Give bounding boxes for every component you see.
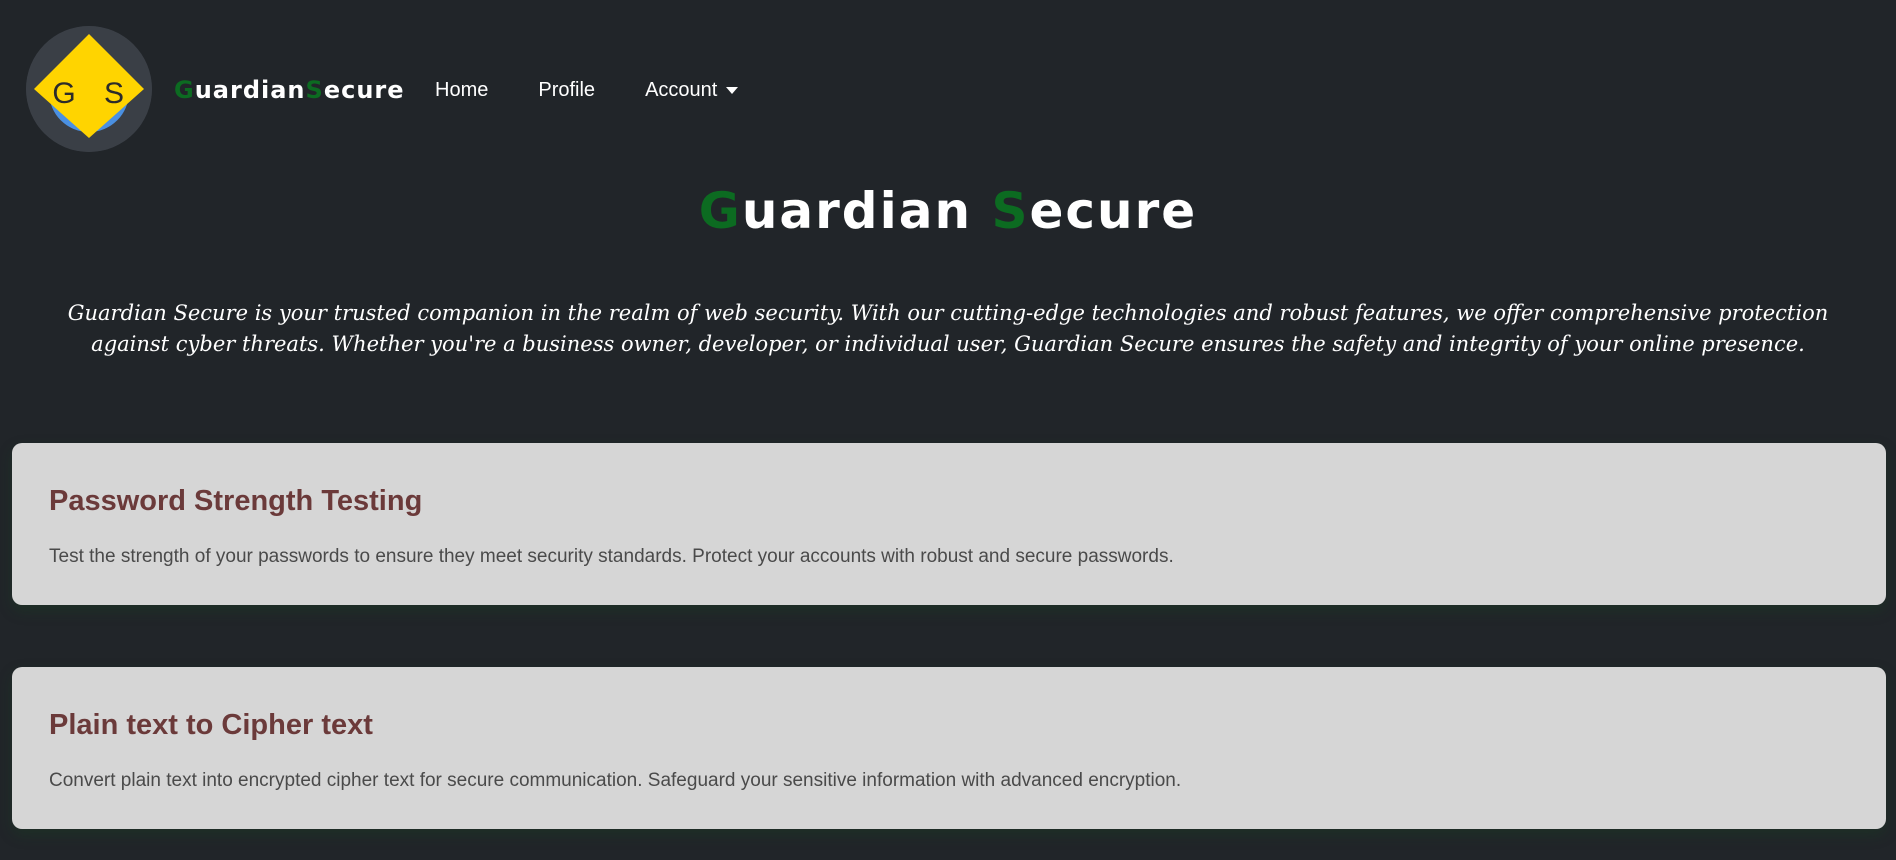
caret-down-icon: [726, 86, 739, 94]
brand-initial-g: G: [174, 76, 195, 104]
shield-logo-icon: G S: [26, 26, 152, 152]
feature-card-cipher[interactable]: Plain text to Cipher text Convert plain …: [12, 667, 1886, 829]
hero-title-ecure: ecure: [1029, 182, 1198, 240]
nav-account-label: Account: [645, 78, 718, 101]
brand-text-ecure: ecure: [323, 76, 405, 104]
brand-name[interactable]: GuardianSecure: [174, 70, 405, 110]
logo-letter-g: G: [52, 77, 75, 110]
nav-profile-link[interactable]: Profile: [513, 79, 620, 102]
navbar: G S GuardianSecure Home Profile Account: [0, 0, 1896, 180]
card-title: Password Strength Testing: [49, 485, 423, 517]
nav-links: Home Profile Account: [410, 70, 763, 110]
card-text: Test the strength of your passwords to e…: [49, 546, 1174, 567]
logo-letter-s: S: [104, 77, 124, 110]
hero-title: Guardian Secure: [0, 178, 1896, 244]
logo[interactable]: G S: [26, 26, 152, 152]
nav-account-dropdown[interactable]: Account: [620, 79, 763, 102]
brand-initial-s: S: [305, 76, 324, 104]
intro-paragraph: Guardian Secure is your trusted companio…: [67, 301, 1829, 356]
hero-title-s: S: [991, 182, 1030, 240]
card-title: Plain text to Cipher text: [49, 709, 373, 741]
feature-card-password[interactable]: Password Strength Testing Test the stren…: [12, 443, 1886, 605]
nav-home-link[interactable]: Home: [410, 79, 513, 102]
hero-title-uardian: uardian: [741, 182, 992, 240]
card-text: Convert plain text into encrypted cipher…: [49, 770, 1182, 791]
hero-title-g: G: [698, 182, 742, 240]
brand-text-uardian: uardian: [194, 76, 306, 104]
